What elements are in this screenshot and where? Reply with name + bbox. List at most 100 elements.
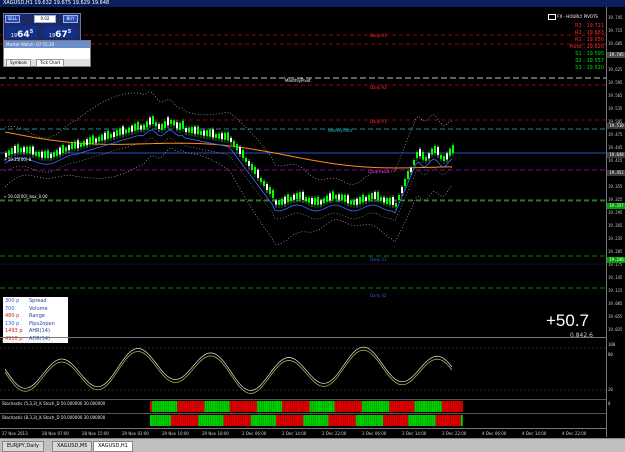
candle — [245, 156, 247, 165]
stoch-bar-cell — [166, 401, 169, 412]
tab-xagusd-m5[interactable]: XAGUSD,M5 — [52, 441, 93, 452]
stoch-bar-cell — [416, 401, 419, 412]
bid-price[interactable]: 19645 — [6, 26, 38, 40]
stoch-bar-cell — [420, 415, 423, 426]
pips-value: +50.7 — [546, 311, 590, 330]
market-watch-title[interactable]: Market Watch: 07:55:20 — [4, 41, 90, 48]
ask-price[interactable]: 19675 — [44, 26, 76, 40]
stoch-bar-cell — [408, 401, 411, 412]
stoch-bar-cell — [456, 415, 459, 426]
stoch-bar-cell — [429, 415, 432, 426]
stoch-bar-cell — [215, 401, 218, 412]
monthly-pivot-label: MonthlyPivot — [285, 78, 311, 83]
stoch-bar-cell — [213, 415, 215, 426]
candle — [62, 142, 64, 156]
info-label: AHR(14) — [29, 328, 50, 334]
weekly-pivot-label: WeeklyPivot — [328, 128, 353, 133]
candle — [308, 195, 310, 206]
y-tick: 19.235 — [608, 236, 623, 241]
y-tick: 19.745 — [608, 15, 623, 20]
stoch-bar-cell — [437, 401, 440, 412]
stoch-bar-cell — [154, 415, 157, 426]
stoch-bar-cell — [158, 415, 161, 426]
stoch-bar-cell — [259, 415, 262, 426]
hourly-pivots-logo: FX - HOURLY PIVOTS — [548, 14, 598, 20]
x-tick: 3 Dec 14:00 — [402, 431, 427, 436]
stoch-bar-cell — [292, 415, 295, 426]
daily-r2-label: Daily R2 — [370, 85, 387, 90]
tab-symbols[interactable]: Symbols — [6, 59, 31, 67]
stoch-bar-cell — [320, 401, 323, 412]
stoch-bar-cell — [450, 401, 453, 412]
stoch-bar-cell — [397, 415, 400, 426]
stoch-bar-cell — [315, 401, 318, 412]
stoch-bar-cell — [374, 415, 377, 426]
sell-button[interactable]: SELL — [5, 15, 20, 23]
stoch-bar-cell — [305, 415, 308, 426]
stoch-bar-cell — [280, 415, 283, 426]
stoch-bar-cell — [175, 401, 178, 412]
candle — [209, 127, 211, 140]
stoch-bar-cell — [150, 415, 152, 426]
info-label: Pips2open — [29, 320, 55, 327]
stoch-bar-cell — [183, 415, 186, 426]
candle — [149, 115, 151, 128]
stoch-bar-cell — [448, 401, 451, 412]
stoch-bar-cell — [246, 401, 249, 412]
candle — [137, 119, 139, 133]
stoch-bar-cell — [313, 401, 316, 412]
stoch-bar-cell — [278, 415, 281, 426]
market-watch-panel: Market Watch: 07:55:20 Symbols Tick Char… — [3, 40, 91, 67]
stoch-bar-cell — [313, 415, 316, 426]
daily-r3-label: Daily R3 — [370, 33, 387, 38]
stoch-bar-cell — [452, 401, 455, 412]
price-chart[interactable]: Daily R3 Daily R2 MonthlyPivot Daily R1 … — [0, 7, 606, 343]
price-axis[interactable]: 19.74519.71519.68519.65519.62519.59519.5… — [606, 7, 625, 437]
window-title: XAGUSD,H1 19.632 19.675 19.629 19.648 — [3, 0, 110, 6]
bollinger-lower — [4, 148, 453, 245]
y-tick: 19.415 — [608, 158, 623, 163]
stoch-bar-cell — [294, 415, 297, 426]
stoch-bar-cell — [381, 401, 383, 412]
candle — [317, 194, 319, 208]
candle — [272, 188, 274, 201]
candle — [38, 149, 40, 160]
stoch-bar-cell — [248, 415, 251, 426]
stoch-bar-cell — [423, 415, 425, 426]
stoch-bar-cell — [156, 401, 159, 412]
candle — [167, 115, 169, 129]
stoch-bar-cell — [305, 401, 308, 412]
candle — [392, 194, 394, 208]
stoch-bar-cell — [402, 415, 404, 426]
stoch-bar-cell — [208, 401, 211, 412]
buy-button[interactable]: BUY — [63, 15, 78, 23]
stoch-bar-cell — [330, 415, 333, 426]
stoch-bar-cell — [345, 401, 348, 412]
tab-eurjpy-daily[interactable]: EURJPY,Daily — [2, 441, 44, 452]
candle — [389, 195, 391, 208]
stoch-bar-cell — [372, 415, 375, 426]
stoch-bar-cell — [246, 415, 249, 426]
candle — [26, 144, 28, 156]
level-a-label: » 19.25[00] 8 — [4, 157, 32, 162]
stoch-bar-cell — [301, 415, 304, 426]
stoch-bar-cell — [278, 401, 281, 412]
stoch-bar-cell — [154, 401, 157, 412]
lot-size-input[interactable]: 0.02 — [34, 15, 56, 23]
stoch-bar-cell — [187, 415, 190, 426]
stoch-bar-cell — [204, 415, 207, 426]
tab-tick-chart[interactable]: Tick Chart — [36, 59, 65, 67]
y-tick: 19.265 — [608, 223, 623, 228]
candle — [341, 192, 343, 204]
price-tag: 19.246 — [607, 257, 625, 263]
stoch-bar-cell — [252, 415, 255, 426]
stochastic-subwindow[interactable]: Stoch(14,3,3) 78.6145 72.7177 — [0, 337, 606, 400]
stoch-bar-cell — [425, 415, 428, 426]
stoch-bar-cell — [450, 415, 453, 426]
tab-xagusd-h1[interactable]: XAGUSD,H1 — [93, 441, 133, 452]
pivot-level-6: S3 : 19.520 — [575, 65, 604, 71]
stoch-bar-cell — [452, 415, 455, 426]
candle — [179, 120, 181, 133]
stoch-bar-cell — [391, 415, 394, 426]
candle — [371, 191, 373, 203]
